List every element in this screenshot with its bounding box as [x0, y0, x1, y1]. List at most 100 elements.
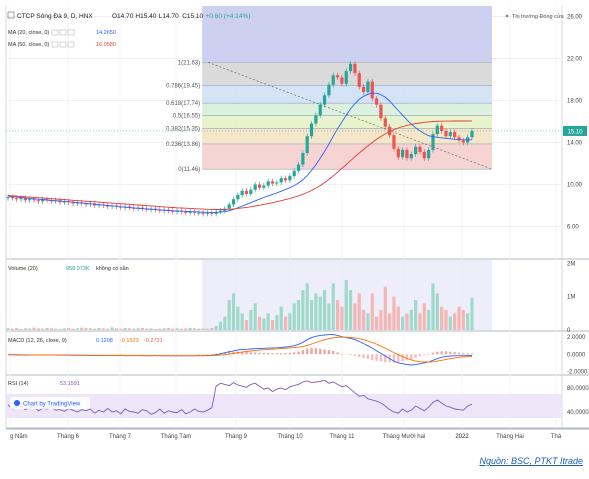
- macd-value: -0.1523: [120, 338, 139, 344]
- volume-bar: [15, 328, 19, 330]
- macd-histogram-bar: [76, 354, 79, 355]
- candle-body: [470, 130, 474, 138]
- candle-body: [370, 81, 374, 99]
- macd-tick-label: -2.0000: [567, 369, 588, 375]
- legend-toggle-icon[interactable]: [59, 41, 67, 48]
- candle-body: [184, 211, 188, 213]
- candle-body: [296, 164, 301, 171]
- candle-body: [414, 146, 418, 155]
- volume-bar: [435, 293, 439, 330]
- candle-body: [314, 115, 318, 124]
- candle-body: [240, 190, 244, 195]
- macd-histogram-bar: [449, 351, 452, 355]
- macd-histogram-bar: [310, 347, 313, 355]
- fib-label: 1(21.63): [178, 60, 200, 66]
- macd-histogram-bar: [97, 354, 101, 355]
- candle-body: [201, 212, 205, 214]
- volume-bar: [171, 328, 175, 330]
- macd-histogram-bar: [366, 354, 370, 359]
- macd-histogram-bar: [275, 353, 279, 355]
- candle-body: [444, 130, 448, 137]
- volume-bar: [266, 313, 270, 330]
- legend-toggle-icon[interactable]: [51, 29, 59, 36]
- macd-tick-label: 0.0000: [567, 352, 586, 358]
- volume-bar: [409, 310, 413, 330]
- macd-histogram-bar: [193, 354, 196, 355]
- volume-bar: [197, 328, 201, 330]
- candle-body: [409, 154, 413, 159]
- ma20-value: 14.2650: [96, 30, 116, 36]
- ohlc-value: H15.40: [135, 13, 156, 20]
- macd-histogram-bar: [115, 354, 118, 355]
- volume-bar: [335, 300, 340, 330]
- macd-histogram-bar: [462, 353, 465, 355]
- volume-bar: [383, 286, 387, 330]
- volume-bar: [427, 310, 431, 330]
- candle-body: [283, 178, 288, 181]
- legend-toggle-icon[interactable]: [51, 41, 59, 48]
- volume-bar: [301, 290, 305, 330]
- source-note[interactable]: Nguồn: BSC, PTKT Itrade: [479, 456, 583, 466]
- volume-bar: [270, 320, 275, 330]
- volume-bar: [210, 328, 214, 330]
- macd-histogram-bar: [184, 354, 187, 355]
- volume-bar: [288, 313, 292, 330]
- time-tick-label: Tháng 10: [277, 434, 303, 440]
- volume-bar: [253, 303, 257, 330]
- macd-histogram-bar: [444, 351, 448, 355]
- macd-histogram-bar: [349, 354, 352, 356]
- volume-bar: [262, 318, 266, 330]
- volume-bar: [23, 328, 27, 330]
- volume-bar: [175, 328, 179, 330]
- volume-bar: [318, 296, 322, 330]
- macd-histogram-bar: [293, 352, 296, 355]
- volume-bar: [179, 328, 184, 330]
- volume-bar: [223, 316, 227, 330]
- legend-toggle-icon[interactable]: [67, 29, 75, 36]
- volume-bar: [106, 328, 110, 330]
- candle-body: [227, 204, 231, 209]
- price-tick-label: 14.00: [567, 141, 583, 147]
- macd-histogram-bar: [71, 354, 75, 355]
- legend-toggle-icon[interactable]: [59, 29, 67, 36]
- candle-body: [262, 185, 266, 188]
- legend-toggle-icon[interactable]: [67, 41, 75, 48]
- volume-bar: [166, 328, 171, 330]
- volume-bar: [322, 290, 327, 330]
- macd-histogram-bar: [401, 354, 404, 362]
- macd-histogram-bar: [266, 353, 270, 355]
- time-tick-label: Tháng 11: [330, 434, 356, 440]
- macd-histogram-bar: [427, 354, 430, 355]
- candle-body: [335, 75, 340, 78]
- candle-body: [318, 104, 322, 116]
- candle-body: [36, 200, 40, 202]
- candle-body: [331, 75, 335, 85]
- macd-histogram-bar: [306, 348, 309, 355]
- candle-body: [257, 184, 262, 188]
- candle-body: [361, 86, 366, 93]
- volume-bar: [88, 328, 92, 330]
- macd-histogram-bar: [288, 352, 292, 355]
- volume-note: không có sẵn: [96, 265, 129, 272]
- candle-body: [353, 63, 357, 74]
- volume-bar: [453, 313, 457, 330]
- candle-body: [249, 189, 253, 194]
- volume-bar: [205, 328, 210, 330]
- time-tick-label: Tháng 9: [225, 434, 248, 440]
- collapse-icon[interactable]: [7, 11, 15, 19]
- volume-bar: [201, 328, 205, 330]
- macd-histogram-bar: [340, 353, 344, 355]
- volume-bar: [71, 328, 75, 330]
- ma50-value: 16.0580: [96, 42, 116, 48]
- volume-bar: [6, 328, 10, 330]
- ohlc-value: +0.60 (+4.14%): [206, 13, 251, 20]
- macd-histogram-bar: [106, 354, 109, 355]
- volume-bar: [344, 280, 348, 330]
- fib-band: [202, 143, 492, 170]
- macd-histogram-bar: [245, 352, 248, 355]
- candle-body: [10, 197, 14, 199]
- price-tick-label: 22.00: [567, 57, 583, 63]
- volume-bar: [279, 306, 283, 330]
- candle-body: [292, 170, 296, 177]
- macd-histogram-bar: [89, 354, 92, 355]
